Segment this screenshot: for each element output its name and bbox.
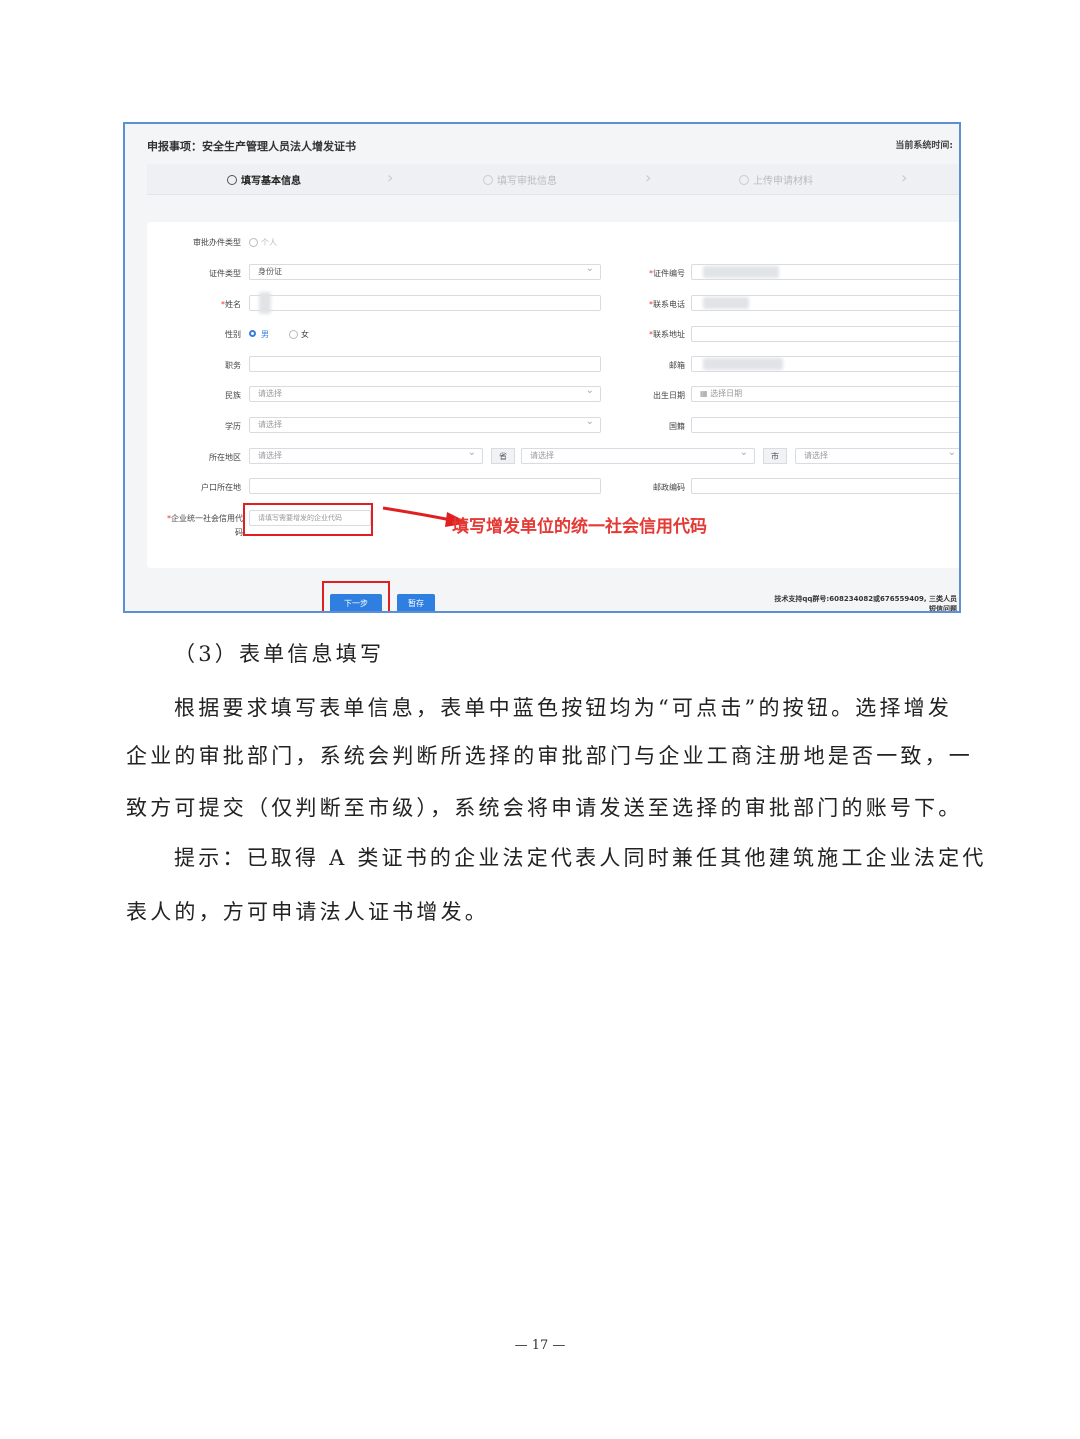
gender-female-radio[interactable] bbox=[289, 330, 298, 339]
paragraph-line: 企业的审批部门，系统会判断所选择的审批部门与企业工商注册地是否一致，一 bbox=[126, 744, 973, 768]
highlight-box bbox=[243, 503, 373, 536]
annotation-text: 填写增发单位的统一社会信用代码 bbox=[452, 517, 707, 537]
approval-type-radio[interactable] bbox=[249, 238, 258, 247]
household-input[interactable] bbox=[249, 478, 601, 494]
gender-label: 性别 bbox=[225, 330, 241, 339]
gender-male-radio[interactable] bbox=[249, 330, 256, 337]
declaration-title: 申报事项：安全生产管理人员法人增发证书 bbox=[147, 140, 356, 153]
birthdate-label: 出生日期 bbox=[653, 391, 685, 400]
position-input[interactable] bbox=[249, 356, 601, 372]
approval-type-value: 个人 bbox=[261, 238, 277, 247]
support-info: 技术支持qq群号:608234082或676559409, 三类人员 短信问题 bbox=[774, 595, 957, 613]
region-province-select[interactable]: 请选择 bbox=[249, 446, 483, 464]
region-label: 所在地区 bbox=[209, 453, 241, 462]
education-select[interactable]: 请选择 bbox=[249, 415, 601, 433]
approval-type-label: 审批办件类型 bbox=[193, 238, 241, 247]
step-bar: 填写基本信息 › 填写审批信息 › 上传申请材料 › bbox=[147, 164, 959, 195]
redacted-value bbox=[703, 266, 779, 278]
page-number: — 17 — bbox=[514, 1338, 566, 1353]
province-button[interactable]: 省 bbox=[491, 448, 515, 464]
education-label: 学历 bbox=[225, 422, 241, 431]
step-approval-info[interactable]: 填写审批信息 bbox=[483, 172, 557, 187]
highlight-box bbox=[322, 581, 390, 611]
postcode-label: 邮政编码 bbox=[653, 483, 685, 492]
ethnicity-select[interactable]: 请选择 bbox=[249, 384, 601, 402]
section-heading: （3）表单信息填写 bbox=[174, 642, 385, 666]
step-circle-icon bbox=[227, 174, 237, 185]
step-circle-icon bbox=[739, 174, 749, 185]
form-screenshot: 申报事项：安全生产管理人员法人增发证书 当前系统时间: 填写基本信息 › 填写审… bbox=[123, 122, 961, 613]
nationality-input[interactable] bbox=[691, 417, 959, 433]
postcode-input[interactable] bbox=[691, 478, 959, 494]
calendar-icon: ▦ bbox=[700, 389, 711, 398]
step-circle-icon bbox=[483, 174, 493, 185]
region-city-select[interactable]: 请选择 bbox=[521, 446, 755, 464]
position-label: 职务 bbox=[225, 361, 241, 370]
household-label: 户口所在地 bbox=[201, 483, 241, 492]
address-label: *联系地址 bbox=[649, 330, 685, 339]
birthdate-picker[interactable]: ▦ 选择日期 bbox=[691, 386, 959, 402]
step-basic-info[interactable]: 填写基本信息 bbox=[227, 172, 301, 187]
redacted-value bbox=[703, 297, 749, 309]
region-district-select[interactable]: 请选择 bbox=[795, 446, 959, 464]
chevron-right-icon: › bbox=[645, 168, 652, 187]
name-label: *姓名 bbox=[221, 300, 241, 309]
gender-female-label: 女 bbox=[301, 330, 309, 339]
paragraph-line: 表人的，方可申请法人证书增发。 bbox=[126, 900, 489, 924]
id-number-label: *证件编号 bbox=[649, 269, 685, 278]
redacted-value bbox=[259, 292, 271, 314]
id-type-label: 证件类型 bbox=[209, 269, 241, 278]
city-button[interactable]: 市 bbox=[763, 448, 787, 464]
name-input[interactable] bbox=[249, 295, 601, 311]
email-label: 邮箱 bbox=[669, 361, 685, 370]
gender-male-label: 男 bbox=[261, 330, 269, 339]
nationality-label: 国籍 bbox=[669, 422, 685, 431]
address-input[interactable] bbox=[691, 326, 959, 342]
paragraph-line: 提示：已取得 A 类证书的企业法定代表人同时兼任其他建筑施工企业法定代 bbox=[174, 846, 987, 870]
step-upload-materials[interactable]: 上传申请材料 bbox=[739, 172, 813, 187]
paragraph-line: 致方可提交（仅判断至市级），系统会将申请发送至选择的审批部门的账号下。 bbox=[126, 796, 963, 820]
system-time-label: 当前系统时间: bbox=[895, 141, 953, 151]
redacted-value bbox=[703, 358, 783, 370]
ethnicity-label: 民族 bbox=[225, 391, 241, 400]
paragraph-line: 根据要求填写表单信息，表单中蓝色按钮均为“可点击”的按钮。选择增发 bbox=[174, 696, 953, 720]
id-type-select[interactable]: 身份证 bbox=[249, 262, 601, 280]
save-button[interactable]: 暂存 bbox=[397, 594, 435, 611]
phone-label: *联系电话 bbox=[649, 300, 685, 309]
credit-code-label: *企业统一社会信用代码 bbox=[167, 514, 243, 537]
chevron-right-icon: › bbox=[387, 168, 394, 187]
chevron-right-icon: › bbox=[901, 168, 908, 187]
